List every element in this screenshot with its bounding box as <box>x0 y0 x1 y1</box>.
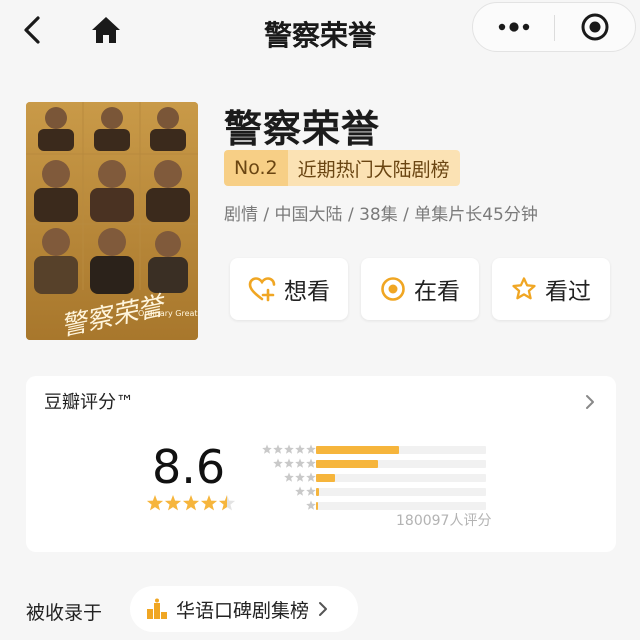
average-star-1 <box>146 495 164 511</box>
small-star-icon <box>306 500 316 510</box>
included-in-label: 被收录于 <box>26 602 103 624</box>
rating-label: 豆瓣评分™ <box>44 392 134 413</box>
small-star-icon <box>306 458 316 468</box>
poster-subtitle: Ordinary Greatness <box>138 309 198 318</box>
back-button[interactable] <box>14 12 50 48</box>
rank-number: No.2 <box>224 150 288 186</box>
distribution-row-5-star <box>254 444 494 456</box>
watched-label: 看过 <box>545 279 591 305</box>
star-outline-icon <box>512 277 536 300</box>
top-nav-bar: 警察荣誉 <box>0 0 640 64</box>
close-target-button[interactable] <box>555 3 635 51</box>
small-star-icon <box>306 444 316 454</box>
bar-track <box>316 488 486 496</box>
watching-icon <box>381 277 405 301</box>
bar-fill-5-star <box>316 446 399 454</box>
rating-distribution <box>254 444 494 514</box>
row-stars-4 <box>273 458 316 470</box>
bar-track <box>316 474 486 482</box>
small-star-icon <box>273 444 283 454</box>
bar-track <box>316 502 486 510</box>
small-star-icon <box>306 472 316 482</box>
rating-count: 180097人评分 <box>396 513 492 529</box>
bar-fill-4-star <box>316 460 378 468</box>
average-star-5 <box>218 495 236 511</box>
target-icon <box>581 13 609 41</box>
mini-program-capsule <box>472 2 636 52</box>
included-list-name: 华语口碑剧集榜 <box>176 599 310 622</box>
small-star-icon <box>306 486 316 496</box>
average-star-3 <box>182 495 200 511</box>
rank-list-name: 近期热门大陆剧榜 <box>287 150 460 186</box>
bar-fill-1-star <box>316 502 319 510</box>
bar-track <box>316 460 486 468</box>
rating-card[interactable]: 豆瓣评分™ 8.6 180097人评分 <box>26 376 616 552</box>
watched-button[interactable]: 看过 <box>492 258 610 320</box>
poster-image: 警察荣誉 Ordinary Greatness <box>26 102 198 340</box>
small-star-icon <box>284 444 294 454</box>
back-arrow-icon <box>24 16 40 44</box>
average-stars <box>146 495 236 511</box>
small-star-icon <box>273 458 283 468</box>
bar-fill-3-star <box>316 474 335 482</box>
distribution-row-4-star <box>254 458 494 470</box>
chevron-right-icon <box>586 395 594 409</box>
small-star-icon <box>295 458 305 468</box>
show-title: 警察荣誉 <box>224 107 381 151</box>
small-star-icon <box>295 444 305 454</box>
small-star-icon <box>284 458 294 468</box>
included-list-chip[interactable]: 华语口碑剧集榜 <box>130 586 358 632</box>
show-poster[interactable]: 警察荣誉 Ordinary Greatness <box>26 102 198 340</box>
row-stars-3 <box>284 472 316 484</box>
bar-fill-2-star <box>316 488 320 496</box>
home-icon <box>92 17 120 43</box>
small-star-icon <box>262 444 272 454</box>
chevron-right-icon <box>319 602 328 616</box>
want-to-watch-button[interactable]: 想看 <box>230 258 348 320</box>
small-star-icon <box>295 486 305 496</box>
small-star-icon <box>284 472 294 482</box>
home-button[interactable] <box>86 10 126 50</box>
row-stars-1 <box>306 500 316 512</box>
want-to-watch-label: 想看 <box>284 279 330 305</box>
ranking-badge[interactable]: No.2 近期热门大陆剧榜 <box>224 150 460 186</box>
heart-plus-icon <box>248 277 276 302</box>
rating-score: 8.6 <box>152 440 226 494</box>
more-button[interactable] <box>473 3 554 51</box>
ranking-icon <box>147 598 167 619</box>
distribution-row-3-star <box>254 472 494 484</box>
bar-track <box>316 446 486 454</box>
row-stars-5 <box>262 444 316 456</box>
average-star-2 <box>164 495 182 511</box>
distribution-row-2-star <box>254 486 494 498</box>
show-meta-info: 剧情 / 中国大陆 / 38集 / 单集片长45分钟 <box>224 205 538 225</box>
more-dots-icon <box>498 22 529 32</box>
watching-button[interactable]: 在看 <box>361 258 479 320</box>
average-star-4 <box>200 495 218 511</box>
watching-label: 在看 <box>414 279 460 305</box>
row-stars-2 <box>295 486 316 498</box>
small-star-icon <box>295 472 305 482</box>
